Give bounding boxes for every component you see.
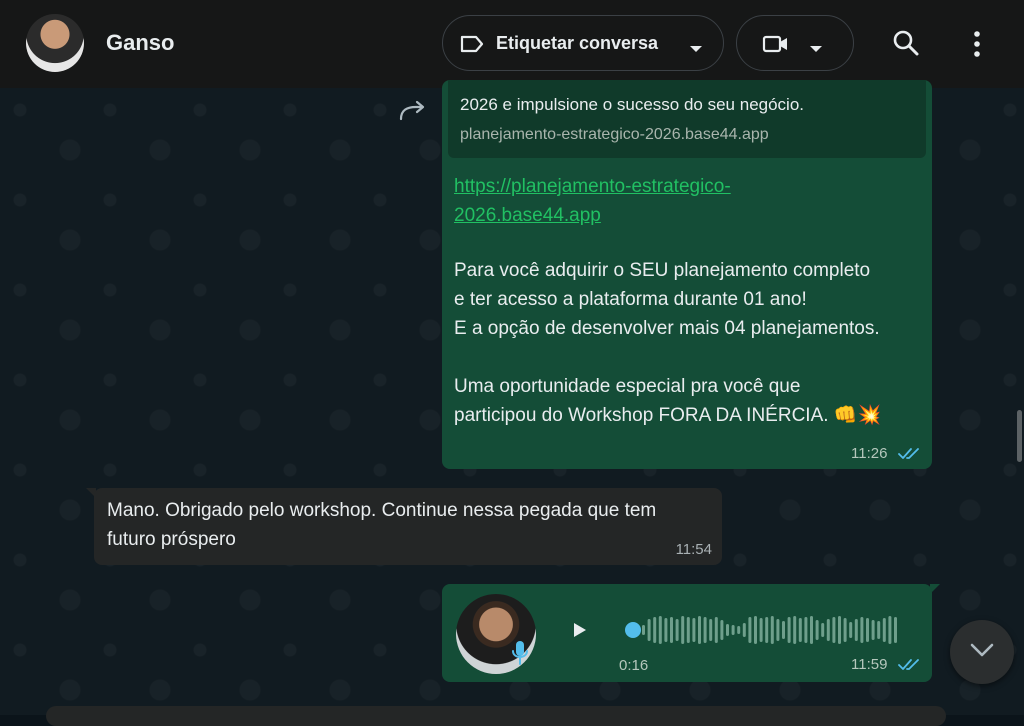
audio-waveform[interactable] xyxy=(624,614,904,646)
waveform-bar xyxy=(770,616,774,644)
waveform-bar xyxy=(742,623,746,637)
label-icon xyxy=(459,34,485,59)
waveform-bar xyxy=(838,616,841,644)
waveform-bar xyxy=(832,617,836,643)
message-line: participou do Workshop FORA DA INÉRCIA. … xyxy=(454,405,882,426)
link-line[interactable]: 2026.base44.app xyxy=(454,201,814,230)
waveform-bar xyxy=(698,616,701,644)
waveform-bar xyxy=(888,616,892,644)
link-preview-description: 2026 e impulsione o sucesso do seu negóc… xyxy=(460,95,805,114)
search-icon[interactable] xyxy=(892,29,920,62)
waveform-bar xyxy=(894,617,897,643)
message-line: E a opção de desenvolver mais 04 planeja… xyxy=(454,318,880,339)
message-paragraph: Uma oportunidade especial pra você que p… xyxy=(454,372,881,430)
waveform-bar xyxy=(681,616,685,644)
waveform-bar xyxy=(658,616,662,644)
double-check-icon xyxy=(898,658,922,677)
waveform-bar xyxy=(748,617,752,643)
waveform-bar xyxy=(714,617,718,643)
video-camera-icon xyxy=(762,34,790,59)
label-conversation-button[interactable]: Etiquetar conversa xyxy=(442,15,724,71)
chevron-down-icon xyxy=(970,643,994,657)
scroll-to-bottom-button[interactable] xyxy=(950,620,1014,684)
waveform-bar xyxy=(821,623,825,637)
chat-header: Ganso Etiquetar conversa xyxy=(0,0,1024,88)
microphone-icon xyxy=(511,640,529,671)
scrollbar-thumb[interactable] xyxy=(1017,410,1022,462)
waveform-bar xyxy=(675,619,679,641)
message-line: Para você adquirir o SEU planejamento co… xyxy=(454,260,871,281)
forward-icon[interactable] xyxy=(398,100,428,127)
waveform-bar xyxy=(692,618,696,642)
link-preview[interactable]: 2026 e impulsione o sucesso do seu negóc… xyxy=(448,80,926,158)
waveform-bar xyxy=(709,619,713,641)
waveform-bar xyxy=(843,618,847,642)
message-text: Mano. Obrigado pelo workshop. Continue n… xyxy=(107,500,657,550)
voice-duration: 0:16 xyxy=(619,657,649,674)
message-paragraph: Para você adquirir o SEU planejamento co… xyxy=(454,256,880,343)
more-vertical-icon[interactable] xyxy=(968,31,986,62)
waveform-bar xyxy=(720,620,724,640)
waveform-bar xyxy=(642,625,645,635)
waveform-bar xyxy=(686,617,690,643)
link-preview-url: planejamento-estrategico-2026.base44.app xyxy=(460,126,769,143)
waveform-bar xyxy=(877,621,881,639)
waveform-bar xyxy=(854,619,858,641)
label-button-text: Etiquetar conversa xyxy=(496,33,659,53)
contact-avatar[interactable] xyxy=(26,14,84,72)
message-line: e ter acesso a plataforma durante 01 ano… xyxy=(454,289,807,310)
chevron-down-icon xyxy=(809,40,823,58)
message-time: 11:54 xyxy=(675,541,712,558)
waveform-bar xyxy=(798,618,802,642)
waveform-bar xyxy=(653,617,657,643)
waveform-bar xyxy=(670,617,673,643)
link-line[interactable]: https://planejamento-estrategico- xyxy=(454,172,814,201)
chevron-down-icon xyxy=(689,40,703,58)
waveform-bar xyxy=(882,618,886,642)
waveform-bar xyxy=(871,620,875,640)
waveform-bar xyxy=(754,616,757,644)
waveform-bar xyxy=(703,617,707,643)
composer-edge xyxy=(46,706,946,726)
message-time: 11:59 xyxy=(851,656,888,673)
video-call-button[interactable] xyxy=(736,15,854,71)
message-time: 11:26 xyxy=(851,445,888,462)
waveform-bar xyxy=(726,624,729,636)
waveform-bar xyxy=(731,625,735,635)
waveform-bar xyxy=(759,618,763,642)
waveform-bar xyxy=(810,616,813,644)
waveform-bar xyxy=(664,618,668,642)
contact-name[interactable]: Ganso xyxy=(106,30,174,56)
outgoing-message[interactable]: 2026 e impulsione o sucesso do seu negóc… xyxy=(442,80,932,469)
waveform-bar xyxy=(647,619,651,641)
waveform-bar xyxy=(826,619,830,641)
waveform-bar xyxy=(782,621,785,639)
waveform-bar xyxy=(804,617,808,643)
voice-message[interactable]: 0:16 11:59 xyxy=(442,584,932,682)
waveform-bar xyxy=(849,622,853,638)
waveform-bar xyxy=(793,616,797,644)
incoming-message[interactable]: Mano. Obrigado pelo workshop. Continue n… xyxy=(94,488,722,565)
message-line: Uma oportunidade especial pra você que xyxy=(454,376,801,397)
waveform-bar xyxy=(737,626,741,634)
waveform-bar xyxy=(787,617,791,643)
waveform-bar xyxy=(860,617,864,643)
message-link[interactable]: https://planejamento-estrategico- 2026.b… xyxy=(454,172,814,230)
double-check-icon xyxy=(898,447,922,466)
waveform-bar xyxy=(815,620,819,640)
playback-knob[interactable] xyxy=(625,622,641,638)
waveform-bar xyxy=(765,617,769,643)
waveform-bar xyxy=(776,619,780,641)
play-icon[interactable] xyxy=(572,621,588,644)
waveform-bar xyxy=(866,618,869,642)
